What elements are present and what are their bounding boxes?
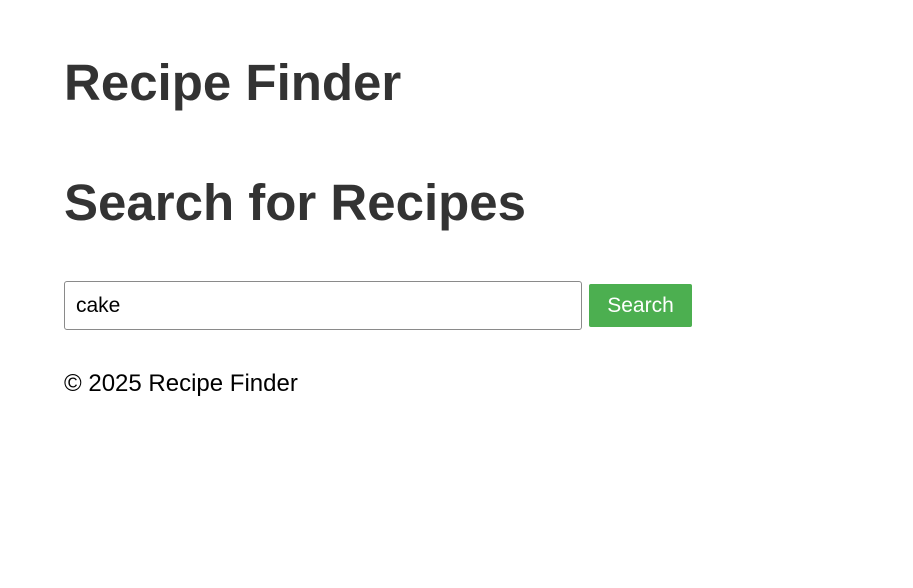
- search-heading: Search for Recipes: [64, 174, 527, 231]
- page: Recipe Finder Search for Recipes Search …: [0, 0, 913, 588]
- page-title: Recipe Finder: [64, 54, 402, 111]
- search-button[interactable]: Search: [589, 284, 692, 327]
- footer-copyright: © 2025 Recipe Finder: [64, 370, 298, 397]
- search-input[interactable]: [64, 281, 582, 330]
- search-form: Search: [64, 281, 692, 330]
